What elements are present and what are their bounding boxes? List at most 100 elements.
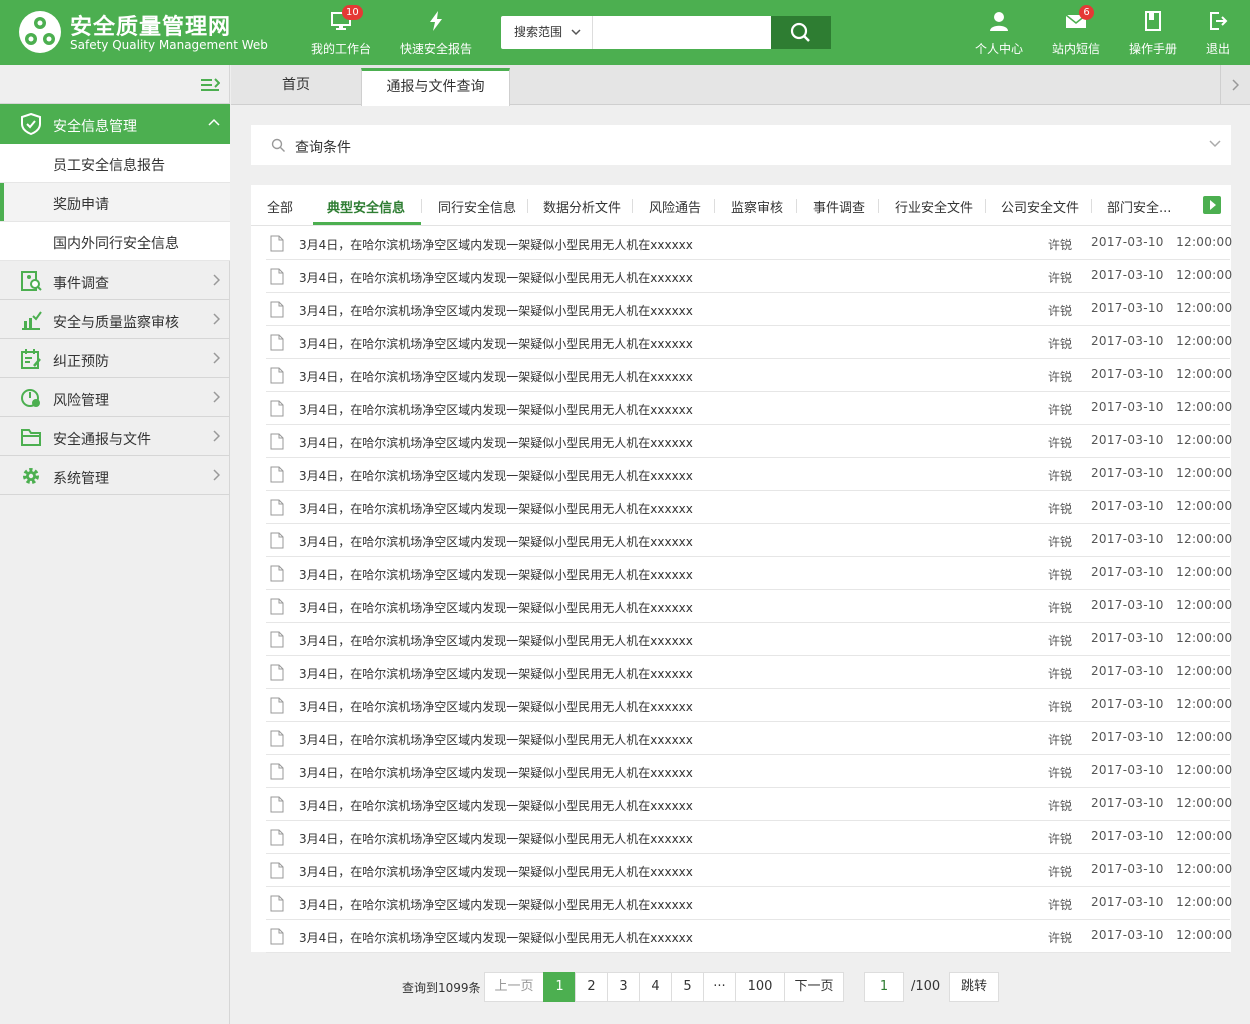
sidebar-subitem-label: 员工安全信息报告: [53, 158, 165, 174]
query-conditions-toggle[interactable]: 查询条件: [251, 125, 1231, 165]
divider: [985, 199, 986, 213]
category-tab-risk-notice[interactable]: 风险通告: [649, 197, 701, 216]
row-title[interactable]: 3月4日，在哈尔滨机场净空区域内发现一架疑似小型民用无人机在xxxxxx: [299, 698, 693, 715]
row-title[interactable]: 3月4日，在哈尔滨机场净空区域内发现一架疑似小型民用无人机在xxxxxx: [299, 533, 693, 550]
sidebar-menu-event-investigation[interactable]: 事件调查: [0, 261, 230, 300]
table-row[interactable]: 3月4日，在哈尔滨机场净空区域内发现一架疑似小型民用无人机在xxxxxx 许锐 20…: [266, 788, 1232, 821]
row-title[interactable]: 3月4日，在哈尔滨机场净空区域内发现一架疑似小型民用无人机在xxxxxx: [299, 269, 693, 286]
sidebar-menu-audit[interactable]: 安全与质量监察审核: [0, 300, 230, 339]
sidebar-collapse-button[interactable]: [0, 65, 230, 104]
page-button-1[interactable]: 1: [543, 972, 576, 1002]
row-title[interactable]: 3月4日，在哈尔滨机场净空区域内发现一架疑似小型民用无人机在xxxxxx: [299, 467, 693, 484]
row-datetime: 2017-03-10 12:00:00: [1091, 235, 1232, 249]
row-title[interactable]: 3月4日，在哈尔滨机场净空区域内发现一架疑似小型民用无人机在xxxxxx: [299, 632, 693, 649]
tab-home[interactable]: 首页: [231, 68, 361, 105]
page-button-5[interactable]: 5: [671, 972, 704, 1002]
row-title[interactable]: 3月4日，在哈尔滨机场净空区域内发现一架疑似小型民用无人机在xxxxxx: [299, 599, 693, 616]
table-row[interactable]: 3月4日，在哈尔滨机场净空区域内发现一架疑似小型民用无人机在xxxxxx 许锐 20…: [266, 293, 1232, 326]
row-title[interactable]: 3月4日，在哈尔滨机场净空区域内发现一架疑似小型民用无人机在xxxxxx: [299, 896, 693, 913]
table-row[interactable]: 3月4日，在哈尔滨机场净空区域内发现一架疑似小型民用无人机在xxxxxx 许锐 20…: [266, 326, 1232, 359]
sidebar-menu-system[interactable]: 系统管理: [0, 456, 230, 495]
search-input[interactable]: [594, 18, 769, 47]
category-tab-all[interactable]: 全部: [267, 197, 293, 216]
table-row[interactable]: 3月4日，在哈尔滨机场净空区域内发现一架疑似小型民用无人机在xxxxxx 许锐 20…: [266, 623, 1232, 656]
row-title[interactable]: 3月4日，在哈尔滨机场净空区域内发现一架疑似小型民用无人机在xxxxxx: [299, 434, 693, 451]
prev-page-button[interactable]: 上一页: [484, 972, 544, 1002]
sidebar-menu-bulletin[interactable]: 安全通报与文件: [0, 417, 230, 456]
page-button-3[interactable]: 3: [607, 972, 640, 1002]
category-tab-data-analysis[interactable]: 数据分析文件: [543, 197, 621, 216]
row-time: 12:00:00: [1176, 730, 1233, 744]
quick-report-button[interactable]: 快速安全报告: [394, 0, 478, 65]
table-row[interactable]: 3月4日，在哈尔滨机场净空区域内发现一架疑似小型民用无人机在xxxxxx 许锐 20…: [266, 524, 1232, 557]
sidebar-subitem-label: 奖励申请: [53, 197, 109, 213]
workbench-button[interactable]: 10 我的工作台: [305, 0, 377, 65]
row-title[interactable]: 3月4日，在哈尔滨机场净空区域内发现一架疑似小型民用无人机在xxxxxx: [299, 368, 693, 385]
sidebar-menu-corrective[interactable]: 纠正预防: [0, 339, 230, 378]
row-time: 12:00:00: [1176, 928, 1233, 942]
table-row[interactable]: 3月4日，在哈尔滨机场净空区域内发现一架疑似小型民用无人机在xxxxxx 许锐 20…: [266, 755, 1232, 788]
row-title[interactable]: 3月4日，在哈尔滨机场净空区域内发现一架疑似小型民用无人机在xxxxxx: [299, 797, 693, 814]
row-title[interactable]: 3月4日，在哈尔滨机场净空区域内发现一架疑似小型民用无人机在xxxxxx: [299, 863, 693, 880]
table-row[interactable]: 3月4日，在哈尔滨机场净空区域内发现一架疑似小型民用无人机在xxxxxx 许锐 20…: [266, 392, 1232, 425]
row-title[interactable]: 3月4日，在哈尔滨机场净空区域内发现一架疑似小型民用无人机在xxxxxx: [299, 401, 693, 418]
category-tab-department[interactable]: 部门安全...: [1107, 197, 1171, 216]
category-tab-typical[interactable]: 典型安全信息: [327, 197, 405, 216]
row-datetime: 2017-03-10 12:00:00: [1091, 268, 1232, 282]
personal-center-button[interactable]: 个人中心: [968, 0, 1030, 65]
category-tab-investigation[interactable]: 事件调查: [813, 197, 865, 216]
table-row[interactable]: 3月4日，在哈尔滨机场净空区域内发现一架疑似小型民用无人机在xxxxxx 许锐 20…: [266, 557, 1232, 590]
category-tab-industry[interactable]: 行业安全文件: [895, 197, 973, 216]
next-page-button[interactable]: 下一页: [784, 972, 844, 1002]
search-button[interactable]: [771, 16, 831, 49]
messages-button[interactable]: 6 站内短信: [1045, 0, 1107, 65]
row-title[interactable]: 3月4日，在哈尔滨机场净空区域内发现一架疑似小型民用无人机在xxxxxx: [299, 236, 693, 253]
category-tab-company[interactable]: 公司安全文件: [1001, 197, 1079, 216]
sidebar-subitem-employee-report[interactable]: 员工安全信息报告: [0, 144, 230, 183]
manual-button[interactable]: 操作手册: [1122, 0, 1184, 65]
row-title[interactable]: 3月4日，在哈尔滨机场净空区域内发现一架疑似小型民用无人机在xxxxxx: [299, 665, 693, 682]
search-scope-select[interactable]: 搜索范围: [501, 16, 593, 49]
table-row[interactable]: 3月4日，在哈尔滨机场净空区域内发现一架疑似小型民用无人机在xxxxxx 许锐 20…: [266, 425, 1233, 458]
table-row[interactable]: 3月4日，在哈尔滨机场净空区域内发现一架疑似小型民用无人机在xxxxxx 许锐 20…: [266, 920, 1233, 953]
row-title[interactable]: 3月4日，在哈尔滨机场净空区域内发现一架疑似小型民用无人机在xxxxxx: [299, 335, 693, 352]
table-row[interactable]: 3月4日，在哈尔滨机场净空区域内发现一架疑似小型民用无人机在xxxxxx 许锐 20…: [266, 590, 1232, 623]
tab-bulletin-query[interactable]: 通报与文件查询: [361, 68, 510, 106]
category-more-button[interactable]: [1203, 196, 1221, 214]
table-row[interactable]: 3月4日，在哈尔滨机场净空区域内发现一架疑似小型民用无人机在xxxxxx 许锐 20…: [266, 722, 1233, 755]
table-row[interactable]: 3月4日，在哈尔滨机场净空区域内发现一架疑似小型民用无人机在xxxxxx 许锐 20…: [266, 491, 1232, 524]
table-row[interactable]: 3月4日，在哈尔滨机场净空区域内发现一架疑似小型民用无人机在xxxxxx 许锐 20…: [266, 821, 1232, 854]
table-row[interactable]: 3月4日，在哈尔滨机场净空区域内发现一架疑似小型民用无人机在xxxxxx 许锐 20…: [266, 656, 1232, 689]
page-button-4[interactable]: 4: [639, 972, 672, 1002]
row-title[interactable]: 3月4日，在哈尔滨机场净空区域内发现一架疑似小型民用无人机在xxxxxx: [299, 764, 693, 781]
jump-button[interactable]: 跳转: [949, 972, 999, 1002]
page-button-2[interactable]: 2: [575, 972, 608, 1002]
row-title[interactable]: 3月4日，在哈尔滨机场净空区域内发现一架疑似小型民用无人机在xxxxxx: [299, 731, 693, 748]
table-row[interactable]: 3月4日，在哈尔滨机场净空区域内发现一架疑似小型民用无人机在xxxxxx 许锐 20…: [266, 260, 1232, 293]
category-tab-audit[interactable]: 监察审核: [731, 197, 783, 216]
sidebar-menu-safety-info[interactable]: 安全信息管理: [0, 104, 230, 144]
table-row[interactable]: 3月4日，在哈尔滨机场净空区域内发现一架疑似小型民用无人机在xxxxxx 许锐 20…: [266, 689, 1232, 722]
sidebar-menu-risk[interactable]: 风险管理: [0, 378, 230, 417]
row-date: 2017-03-10: [1091, 796, 1164, 810]
row-title[interactable]: 3月4日，在哈尔滨机场净空区域内发现一架疑似小型民用无人机在xxxxxx: [299, 830, 693, 847]
table-row[interactable]: 3月4日，在哈尔滨机场净空区域内发现一架疑似小型民用无人机在xxxxxx 许锐 20…: [266, 458, 1232, 491]
logout-button[interactable]: 退出: [1196, 0, 1240, 65]
row-title[interactable]: 3月4日，在哈尔滨机场净空区域内发现一架疑似小型民用无人机在xxxxxx: [299, 302, 693, 319]
table-row[interactable]: 3月4日，在哈尔滨机场净空区域内发现一架疑似小型民用无人机在xxxxxx 许锐 20…: [266, 887, 1232, 920]
row-date: 2017-03-10: [1091, 598, 1164, 612]
category-tab-peer[interactable]: 同行安全信息: [438, 197, 516, 216]
table-row[interactable]: 3月4日，在哈尔滨机场净空区域内发现一架疑似小型民用无人机在xxxxxx 许锐 20…: [266, 359, 1232, 392]
row-title[interactable]: 3月4日，在哈尔滨机场净空区域内发现一架疑似小型民用无人机在xxxxxx: [299, 566, 693, 583]
sidebar-subitem-reward-application[interactable]: 奖励申请: [0, 183, 230, 222]
table-row[interactable]: 3月4日，在哈尔滨机场净空区域内发现一架疑似小型民用无人机在xxxxxx 许锐 20…: [266, 227, 1232, 260]
tab-scroll-right-button[interactable]: [1220, 65, 1250, 105]
row-title[interactable]: 3月4日，在哈尔滨机场净空区域内发现一架疑似小型民用无人机在xxxxxx: [299, 500, 693, 517]
row-time: 12:00:00: [1176, 433, 1233, 447]
page-number-input[interactable]: 1: [864, 972, 904, 1002]
page-button-100[interactable]: 100: [735, 972, 785, 1002]
sidebar-subitem-peer-safety-info[interactable]: 国内外同行安全信息: [0, 222, 230, 261]
table-row[interactable]: 3月4日，在哈尔滨机场净空区域内发现一架疑似小型民用无人机在xxxxxx 许锐 20…: [266, 854, 1232, 887]
sidebar-menu-label: 纠正预防: [53, 354, 109, 370]
row-title[interactable]: 3月4日，在哈尔滨机场净空区域内发现一架疑似小型民用无人机在xxxxxx: [299, 929, 693, 946]
